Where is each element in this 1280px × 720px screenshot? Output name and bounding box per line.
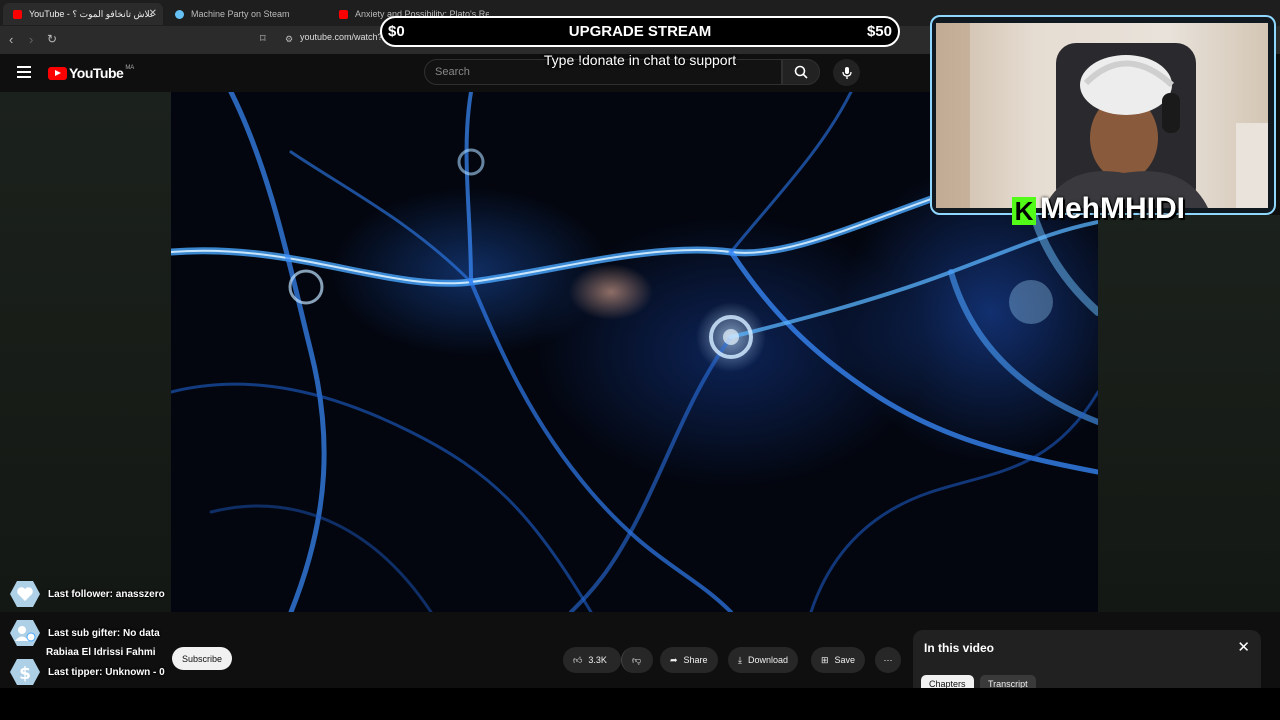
save-label: Save (834, 655, 856, 665)
dislike-button[interactable]: 👎︎ (621, 647, 653, 673)
forward-icon[interactable]: › (29, 32, 33, 47)
player-side-left (0, 92, 171, 612)
channel-name[interactable]: Rabiaa El Idrissi Fahmi (46, 647, 155, 658)
tab-title: Machine Party on Steam (191, 9, 290, 19)
browser-tab-youtube[interactable]: YouTube - علاش تانخافو الموت ؟ ✕ (3, 3, 163, 25)
dollar-icon: $ (8, 658, 42, 686)
thumbs-up-icon: 👍︎ (573, 654, 583, 665)
close-icon[interactable]: ✕ (1237, 638, 1250, 656)
reload-icon[interactable]: ↻ (47, 32, 57, 46)
last-tipper-text: Last tipper: Unknown - 0 (48, 666, 165, 678)
player-side-right (1098, 215, 1280, 612)
youtube-favicon-icon (13, 9, 22, 19)
last-follower-text: Last follower: anasszero (48, 588, 165, 600)
site-info-icon[interactable]: ⚙ (285, 34, 293, 45)
donation-goal-bar: UPGRADE STREAM $0 $50 (380, 16, 900, 47)
share-icon: ➦ (670, 654, 678, 665)
tab-title: YouTube - علاش تانخافو الموت ؟ (29, 8, 156, 19)
like-count: 3.3K (588, 655, 607, 665)
last-sub-gifter-text: Last sub gifter: No data (48, 627, 160, 639)
more-icon: ⋯ (883, 654, 893, 665)
share-label: Share (683, 655, 708, 665)
country-code: MA (125, 65, 135, 71)
in-this-video-panel: In this video ✕ Chapters Transcript (913, 630, 1261, 693)
save-button[interactable]: ⊞ Save (811, 647, 866, 673)
youtube-favicon-icon (339, 9, 348, 19)
back-icon[interactable]: ‹ (9, 32, 13, 47)
share-button[interactable]: ➦ Share (660, 647, 718, 673)
steam-favicon-icon (175, 9, 184, 19)
donation-goal-subtitle: Type !donate in chat to support (543, 52, 737, 68)
download-button[interactable]: ⤓ Download (728, 647, 799, 673)
heart-icon (8, 580, 42, 608)
donation-goal-title: UPGRADE STREAM (568, 23, 712, 40)
menu-icon[interactable] (17, 66, 31, 81)
streamer-name-text: MehMHIDI (1040, 192, 1185, 225)
last-follower-alert: Last follower: anasszero (8, 580, 165, 608)
svg-text:$: $ (19, 664, 31, 684)
bookmark-icon[interactable]: ⌑ (260, 32, 266, 45)
close-tab-icon[interactable]: ✕ (149, 8, 157, 19)
last-tipper-alert: $ Last tipper: Unknown - 0 (8, 658, 165, 686)
bottom-overlay-band (0, 688, 1280, 720)
gift-icon (8, 619, 42, 647)
browser-tab-steam[interactable]: Machine Party on Steam (165, 3, 325, 25)
download-icon: ⤓ (738, 654, 742, 665)
youtube-play-icon (48, 66, 67, 80)
streamer-name: MehMHIDI (1040, 192, 1185, 226)
streamer-portrait (936, 23, 1268, 208)
webcam-feed (936, 23, 1268, 208)
download-label: Download (747, 655, 789, 665)
subscribe-button[interactable]: Subscribe (172, 647, 232, 670)
donation-goal-target: $50 (866, 23, 892, 40)
donation-goal-current: $0 (388, 23, 405, 40)
like-button[interactable]: 👍︎ 3.3K (563, 647, 621, 673)
more-actions-button[interactable]: ⋯ (875, 647, 901, 673)
save-icon: ⊞ (821, 654, 829, 665)
in-this-video-title: In this video (924, 641, 995, 655)
kick-logo-icon: K (1012, 197, 1036, 225)
youtube-logo[interactable]: YouTube MA (48, 65, 134, 81)
thumbs-down-icon: 👎︎ (632, 654, 642, 665)
youtube-wordmark: YouTube (69, 65, 124, 81)
last-sub-gifter-alert: Last sub gifter: No data (8, 619, 160, 647)
